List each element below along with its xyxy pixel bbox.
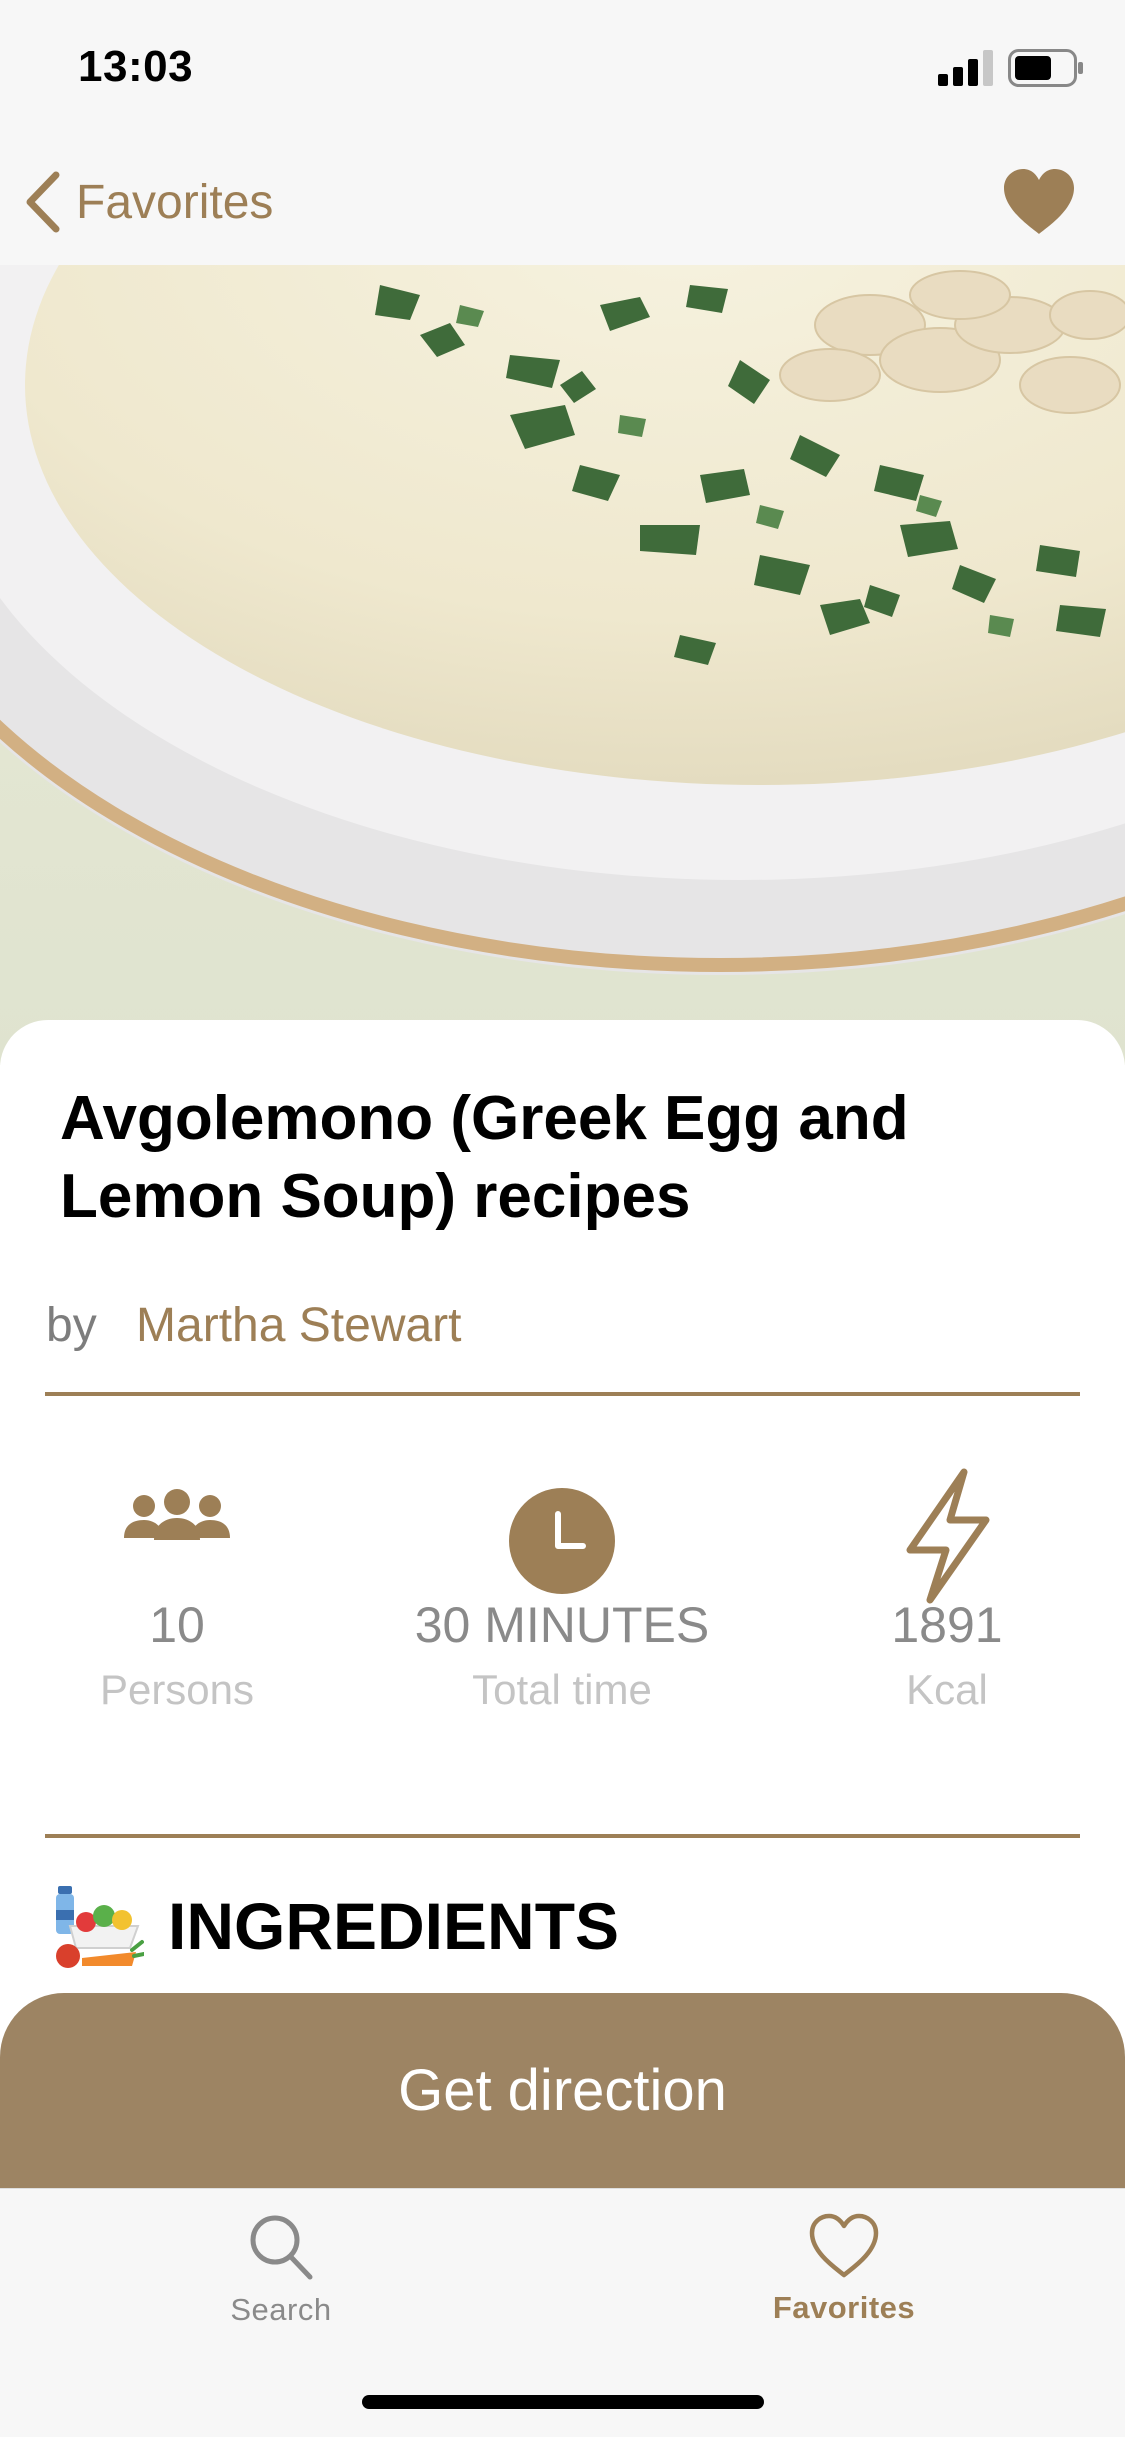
stat-value-persons: 10 <box>149 1597 205 1653</box>
stat-value-kcal: 1891 <box>891 1597 1003 1653</box>
soup-photo <box>0 265 1125 1065</box>
recipe-card: Avgolemono (Greek Egg and Lemon Soup) re… <box>0 1020 1125 2020</box>
tab-search-label: Search <box>230 2292 332 2327</box>
recipe-hero-image <box>0 265 1125 1065</box>
divider-top <box>45 1392 1080 1396</box>
get-direction-button[interactable]: Get direction <box>0 1993 1125 2188</box>
back-label: Favorites <box>76 175 274 229</box>
stat-value-time: 30 MINUTES <box>414 1597 710 1653</box>
author-row: by Martha Stewart <box>46 1298 462 1353</box>
tab-favorites[interactable]: Favorites <box>694 2213 994 2326</box>
stat-label-kcal: Kcal <box>906 1666 988 1713</box>
groceries-icon <box>56 1886 144 1968</box>
people-icon <box>124 1489 230 1540</box>
heart-outline-icon <box>809 2213 879 2278</box>
heart-icon[interactable] <box>1002 168 1076 236</box>
search-icon <box>250 2215 313 2280</box>
author-name[interactable]: Martha Stewart <box>136 1299 461 1352</box>
chevron-left-icon <box>26 171 60 233</box>
signal-icon <box>938 50 993 86</box>
lightning-icon <box>906 1468 990 1604</box>
stat-kcal: 1891 Kcal <box>777 1468 1117 1714</box>
home-indicator <box>362 2395 764 2409</box>
stat-persons: 10 Persons <box>7 1488 347 1714</box>
recipe-title: Avgolemono (Greek Egg and Lemon Soup) re… <box>60 1084 909 1231</box>
get-direction-label: Get direction <box>398 2058 727 2123</box>
status-time: 13:03 <box>78 42 194 91</box>
divider-bottom <box>45 1834 1080 1838</box>
back-button[interactable]: Favorites <box>22 164 273 240</box>
stat-label-time: Total time <box>472 1666 652 1713</box>
battery-icon <box>1008 49 1083 87</box>
tab-favorites-label: Favorites <box>772 2290 916 2325</box>
ingredients-title: INGREDIENTS <box>168 1889 620 1963</box>
clock-icon <box>509 1488 615 1594</box>
status-bar: 13:03 <box>0 0 1125 140</box>
author-by-label: by <box>46 1299 97 1352</box>
stat-label-persons: Persons <box>99 1666 255 1713</box>
stat-time: 30 MINUTES Total time <box>392 1488 732 1714</box>
navigation-bar: Favorites <box>0 140 1125 266</box>
tab-search[interactable]: Search <box>131 2213 431 2328</box>
